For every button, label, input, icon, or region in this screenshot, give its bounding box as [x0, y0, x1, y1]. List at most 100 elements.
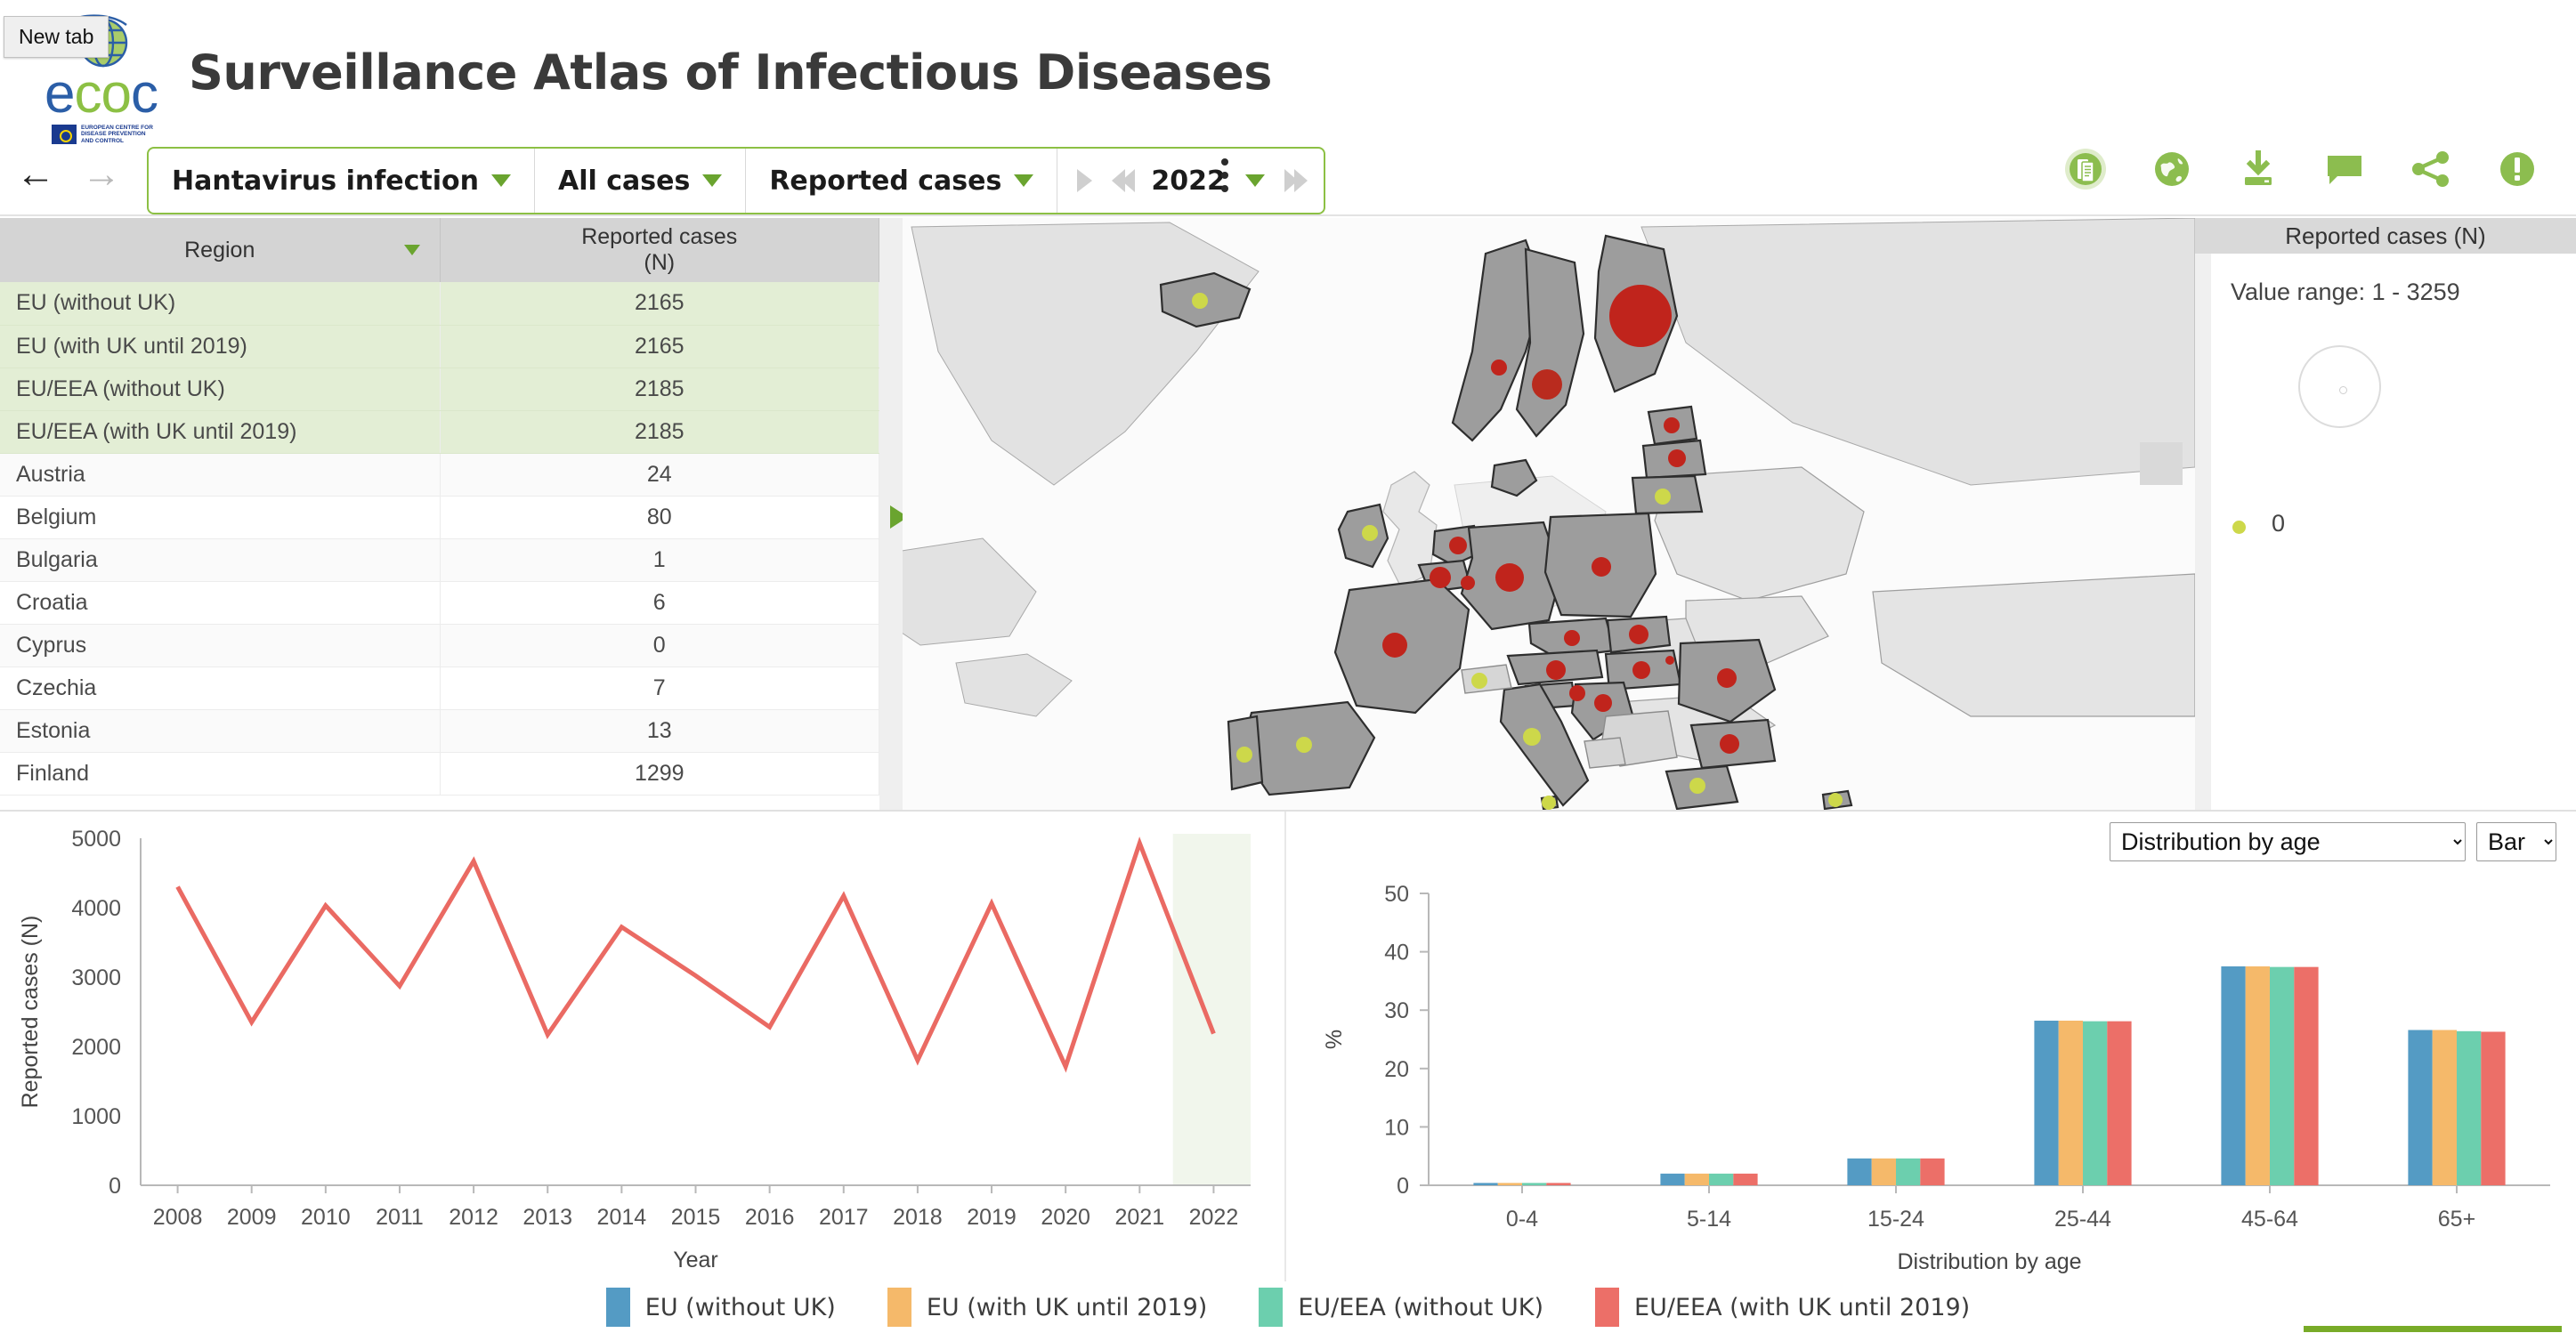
svg-text:50: 50	[1384, 882, 1409, 907]
map-bubble-luxembourg[interactable]	[1461, 576, 1475, 590]
previous-year-icon[interactable]	[1112, 169, 1136, 192]
map-bubble-switzerland[interactable]	[1471, 673, 1487, 689]
cell-region: Austria	[0, 453, 441, 497]
back-arrow-icon[interactable]: ←	[16, 155, 55, 194]
cell-region: Cyprus	[0, 624, 441, 667]
svg-text:65+: 65+	[2438, 1207, 2475, 1232]
map-bubble-greece[interactable]	[1689, 778, 1705, 794]
chart-type-select[interactable]: BarLinePie	[2476, 822, 2556, 861]
age-distribution-chart[interactable]: 0 10 20 30 40 50 0-4 5-14 15-24 25-44 45-64 65+ Dist…	[1286, 812, 2576, 1281]
map-bubble-france[interactable]	[1382, 633, 1407, 658]
map-bubble-estonia[interactable]	[1664, 417, 1680, 433]
svg-text:40: 40	[1384, 941, 1409, 965]
map-bubble-austria[interactable]	[1546, 660, 1566, 680]
indicator-selector[interactable]: Reported cases	[745, 149, 1057, 213]
table-row[interactable]: Belgium 80	[0, 496, 879, 539]
case-type-selector[interactable]: All cases	[534, 149, 745, 213]
bar-chart-controls: Distribution by ageDistribution by gende…	[2110, 822, 2556, 861]
map-bubble-norway[interactable]	[1491, 360, 1507, 376]
next-year-icon[interactable]	[1284, 169, 1308, 192]
map-bubble-croatia[interactable]	[1594, 694, 1612, 712]
map-bubble-italy[interactable]	[1523, 728, 1541, 746]
table-row[interactable]: Austria 24	[0, 453, 879, 497]
map-panel[interactable]	[903, 218, 2195, 810]
map-bubble-czechia[interactable]	[1564, 630, 1580, 646]
play-icon[interactable]	[1077, 169, 1093, 192]
cell-region: EU (without UK)	[0, 282, 441, 326]
map-bubble-slovenia[interactable]	[1569, 685, 1585, 701]
cell-region: Belgium	[0, 496, 441, 539]
map-bubble-lithuania[interactable]	[1655, 489, 1671, 505]
map-bubble-slovakia[interactable]	[1629, 625, 1648, 644]
legend-item[interactable]: EU/EEA (with UK until 2019)	[1595, 1288, 1970, 1327]
legend-item[interactable]: EU (without UK)	[605, 1288, 836, 1327]
map-legend-value-range: Value range: 1 - 3259	[2231, 279, 2460, 305]
eu-badge-line1: EUROPEAN CENTRE FOR	[81, 124, 153, 131]
table-row[interactable]: EU (with UK until 2019) 2165	[0, 325, 879, 368]
cell-value: 2165	[440, 325, 879, 368]
trend-line-chart[interactable]: 0 1000 2000 3000 4000 5000 2008 2009 2010 2011 201…	[0, 812, 1284, 1281]
table-row[interactable]: Czechia 7	[0, 666, 879, 710]
cell-value: 6	[440, 581, 879, 625]
table-header-reported-cases-line2: (N)	[644, 250, 676, 275]
sort-descending-icon[interactable]	[403, 245, 420, 255]
map-legend-zero-swatch	[2232, 521, 2246, 534]
table-row[interactable]: EU/EEA (without UK) 2185	[0, 368, 879, 411]
table-header-reported-cases[interactable]: Reported cases (N)	[440, 218, 879, 282]
map-bubble-cyprus[interactable]	[1828, 793, 1843, 807]
map-control-button[interactable]	[2140, 442, 2183, 485]
cell-region: Finland	[0, 752, 441, 796]
table-row[interactable]: Cyprus 0	[0, 624, 879, 667]
map-bubble-netherlands[interactable]	[1449, 537, 1467, 554]
more-options-icon[interactable]	[1221, 158, 1228, 198]
svg-text:10: 10	[1384, 1115, 1409, 1140]
table-row[interactable]: EU/EEA (with UK until 2019) 2185	[0, 410, 879, 454]
year-chevron-down-icon[interactable]	[1244, 174, 1265, 187]
table-row[interactable]: Finland 1299	[0, 752, 879, 796]
info-icon[interactable]	[2496, 148, 2539, 190]
map-bubble-portugal[interactable]	[1236, 747, 1252, 763]
disease-selector[interactable]: Hantavirus infection	[149, 149, 534, 213]
legend-item[interactable]: EU (with UK until 2019)	[887, 1288, 1207, 1327]
legend-swatch	[1259, 1288, 1284, 1327]
table-row[interactable]: Estonia 13	[0, 709, 879, 753]
map-bubble-latvia[interactable]	[1668, 449, 1686, 467]
map-bubble-malta[interactable]	[1542, 796, 1556, 810]
europe-map[interactable]	[903, 218, 2195, 810]
cell-region: EU (with UK until 2019)	[0, 325, 441, 368]
map-bubble-ireland[interactable]	[1362, 525, 1378, 541]
map-bubble-finland[interactable]	[1609, 285, 1672, 347]
map-bubble-belgium[interactable]	[1430, 567, 1451, 588]
legend-item[interactable]: EU/EEA (without UK)	[1259, 1288, 1543, 1327]
map-bubble-iceland[interactable]	[1192, 293, 1208, 309]
table-header-region[interactable]: Region	[0, 218, 441, 282]
map-bubble-spain[interactable]	[1296, 737, 1312, 753]
map-bubble-hungary[interactable]	[1632, 661, 1650, 679]
map-bubble-sweden[interactable]	[1532, 369, 1562, 400]
ecdc-wordmark: ecoc	[45, 62, 158, 125]
svg-text:2013: 2013	[522, 1205, 572, 1230]
download-icon[interactable]	[2237, 148, 2280, 190]
svg-text:Year: Year	[673, 1248, 718, 1272]
new-tab-tooltip: New tab	[4, 16, 109, 58]
cell-value: 13	[440, 709, 879, 753]
legend-label: EU (without UK)	[644, 1293, 836, 1321]
share-icon[interactable]	[2410, 148, 2452, 190]
globe-icon[interactable]	[2151, 148, 2193, 190]
selector-bar: Hantavirus infection All cases Reported …	[147, 147, 1325, 214]
map-bubble-poland[interactable]	[1592, 557, 1611, 577]
table-row[interactable]: Bulgaria 1	[0, 538, 879, 582]
svg-text:Reported cases (N): Reported cases (N)	[18, 916, 43, 1109]
map-bubble-bulgaria[interactable]	[1720, 734, 1739, 754]
dimension-select[interactable]: Distribution by ageDistribution by gende…	[2110, 822, 2466, 861]
map-bubble-germany[interactable]	[1495, 563, 1524, 592]
logo-letter-c1: c	[74, 63, 101, 125]
report-icon[interactable]	[2064, 148, 2107, 190]
comment-icon[interactable]	[2323, 148, 2366, 190]
table-row[interactable]: EU (without UK) 2165	[0, 282, 879, 326]
table-row[interactable]: Croatia 6	[0, 581, 879, 625]
svg-text:Distribution by age: Distribution by age	[1897, 1249, 2081, 1274]
map-bubble-serbia[interactable]	[1665, 656, 1674, 665]
forward-arrow-icon[interactable]: →	[82, 155, 121, 194]
map-bubble-romania[interactable]	[1717, 668, 1737, 688]
